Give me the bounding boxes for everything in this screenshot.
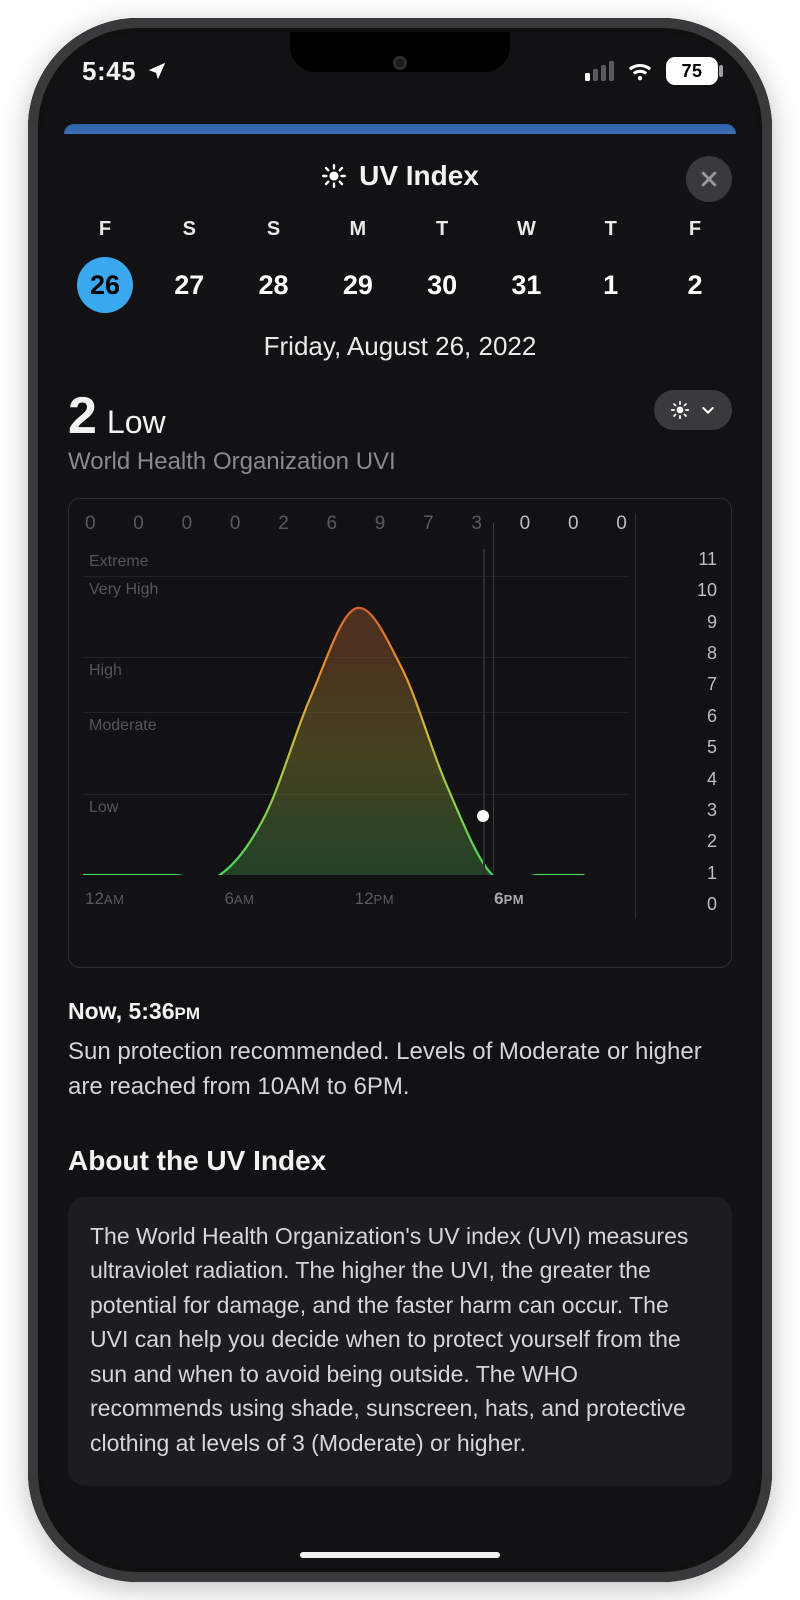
day-number: 2 [687, 270, 702, 301]
location-icon [146, 60, 168, 82]
day-number: 28 [259, 270, 289, 301]
day-option[interactable]: T 30 [407, 218, 477, 313]
close-button[interactable] [686, 156, 732, 202]
day-number: 29 [343, 270, 373, 301]
recommendation-text: Sun protection recommended. Levels of Mo… [68, 1035, 732, 1105]
day-option[interactable]: M 29 [323, 218, 393, 313]
day-option[interactable]: F 26 [70, 218, 140, 313]
sheet-title: UV Index [359, 160, 479, 192]
battery-icon: 75 [666, 57, 718, 85]
selected-date: Friday, August 26, 2022 [68, 331, 732, 362]
about-card: The World Health Organization's UV index… [68, 1197, 732, 1487]
day-letter: F [99, 218, 111, 241]
day-letter: S [183, 218, 196, 241]
uv-index-sheet: UV Index F26S27S28M29T30W31T1F2 Friday, … [42, 134, 758, 1568]
chart-y-ticks: 11109876543210 [635, 513, 717, 919]
background-card-peek [64, 124, 736, 134]
day-letter: M [350, 218, 367, 241]
uv-hourly-chart[interactable]: 000026973000 ExtremeVery HighHighModerat… [68, 498, 732, 968]
chevron-down-icon [700, 402, 716, 418]
metric-selector[interactable] [654, 390, 732, 430]
now-label: Now, 5:36PM [68, 998, 732, 1025]
chart-x-ticks: 12AM6AM12PM6PM [83, 889, 629, 909]
uv-level-label: Low [107, 404, 166, 441]
day-letter: W [517, 218, 536, 241]
device-notch [290, 32, 510, 72]
day-option[interactable]: S 27 [154, 218, 224, 313]
status-time: 5:45 [82, 56, 136, 87]
home-indicator[interactable] [300, 1552, 500, 1558]
day-number: 1 [603, 270, 618, 301]
chart-now-line [483, 549, 485, 875]
uv-subtitle: World Health Organization UVI [68, 448, 396, 476]
day-letter: T [605, 218, 617, 241]
battery-percent: 75 [681, 61, 702, 82]
day-letter: F [689, 218, 701, 241]
day-letter: T [436, 218, 448, 241]
about-heading: About the UV Index [68, 1145, 732, 1177]
chart-now-dot [477, 810, 489, 822]
day-number: 27 [174, 270, 204, 301]
day-letter: S [267, 218, 280, 241]
day-option[interactable]: T1 [576, 218, 646, 313]
cell-signal-icon [585, 61, 614, 81]
day-number: 30 [427, 270, 457, 301]
day-option[interactable]: F2 [660, 218, 730, 313]
day-option[interactable]: S 28 [239, 218, 309, 313]
chart-forecast-divider [493, 523, 494, 871]
uv-value: 2 [68, 390, 97, 442]
sun-icon [670, 400, 690, 420]
day-option[interactable]: W 31 [491, 218, 561, 313]
day-number: 31 [511, 270, 541, 301]
day-number: 26 [90, 270, 120, 301]
day-picker: F26S27S28M29T30W31T1F2 [68, 208, 732, 313]
chart-hour-values: 000026973000 [83, 513, 629, 535]
sun-icon [321, 163, 347, 189]
wifi-icon [626, 60, 654, 82]
